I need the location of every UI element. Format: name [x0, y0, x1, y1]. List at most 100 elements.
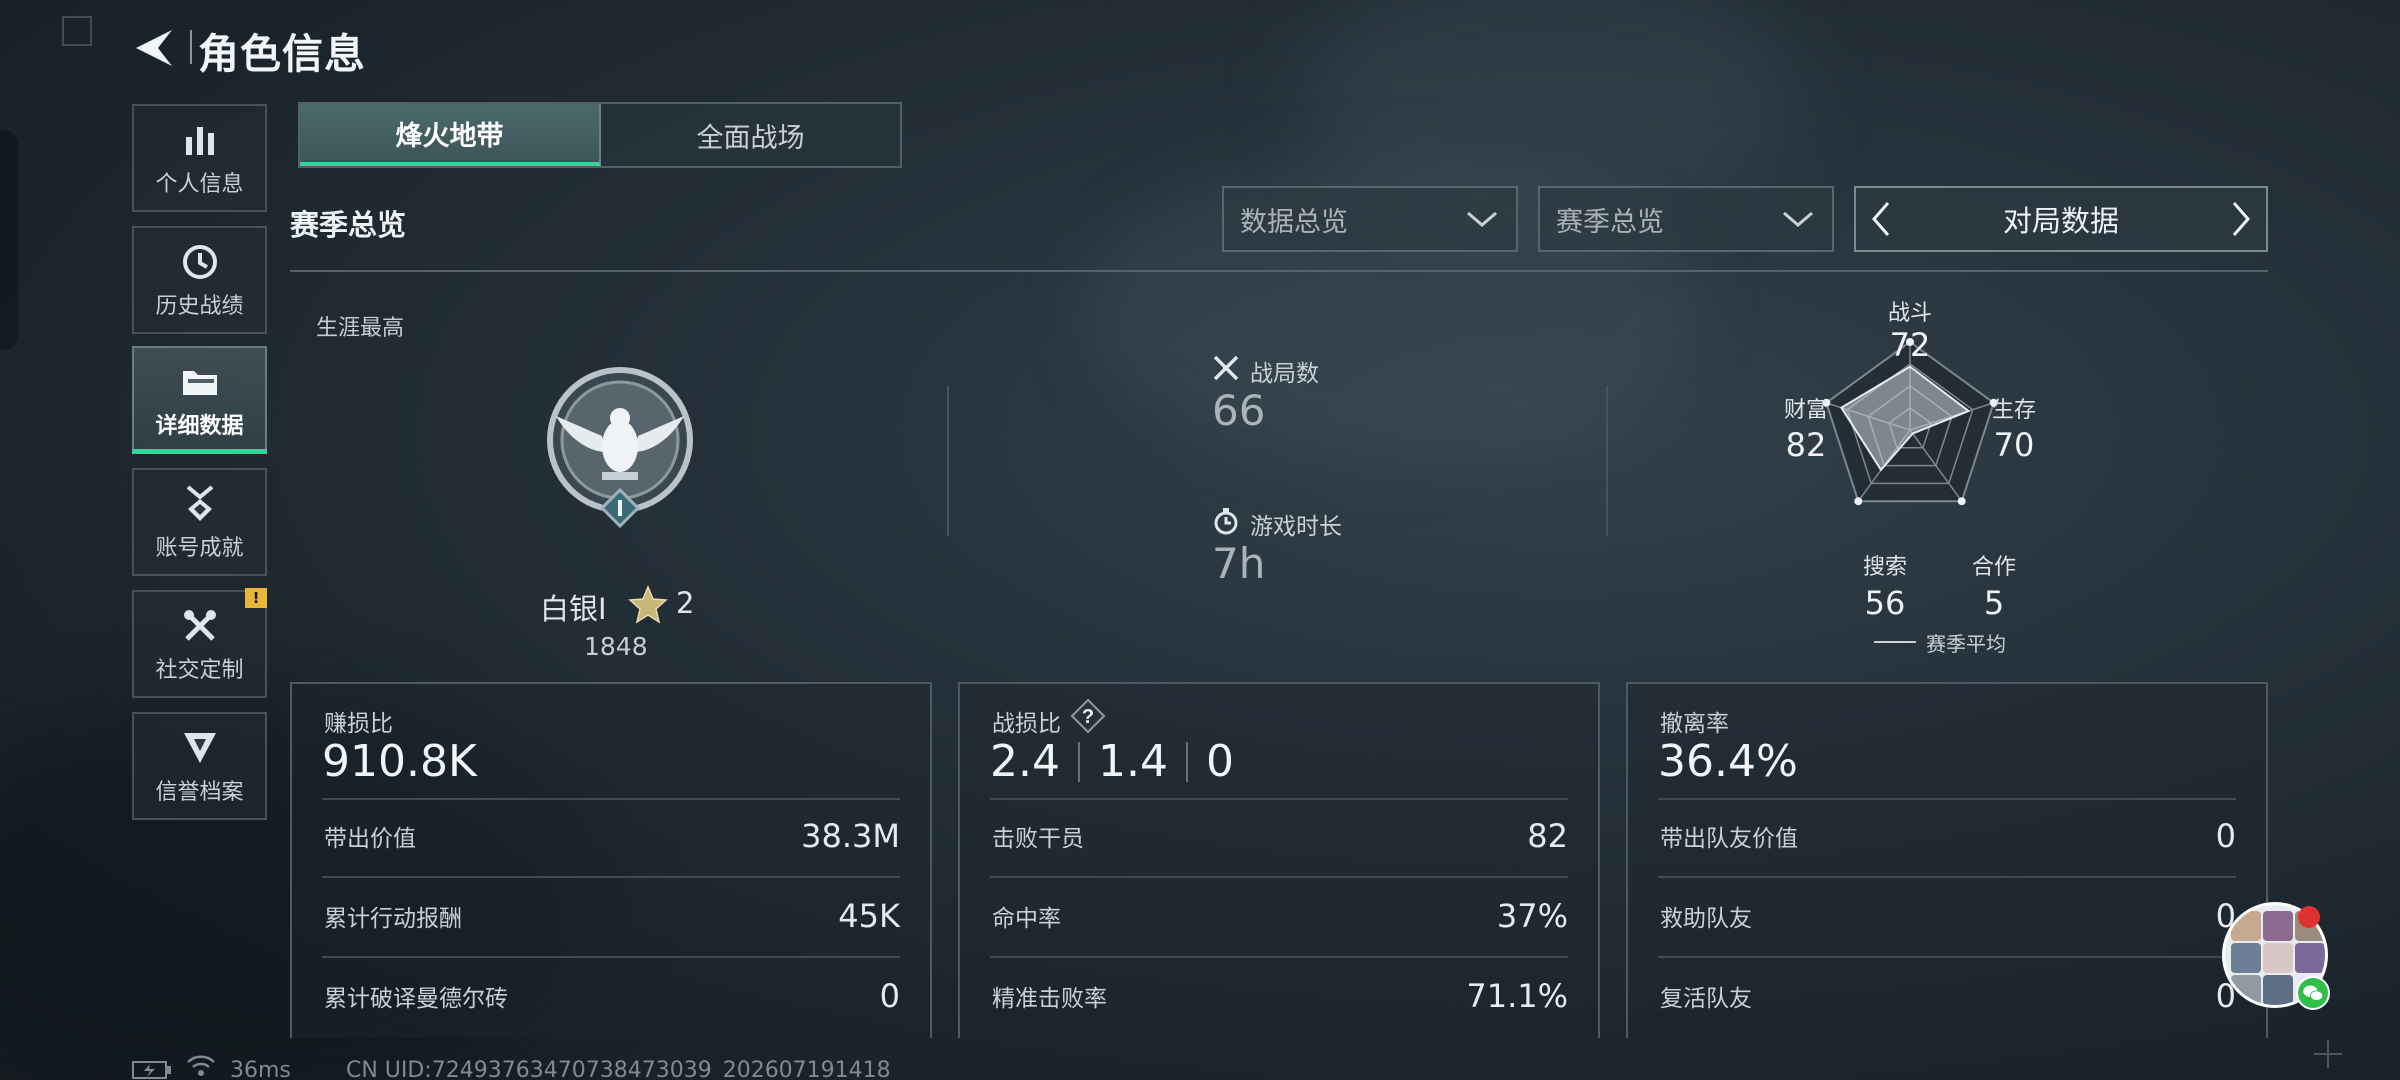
row-divider	[990, 798, 1568, 800]
uid-text: CN UID:72493763470738473039_202607191418	[346, 1058, 891, 1080]
sidebar-item-label: 社交定制	[155, 658, 244, 683]
dropdown-value: 数据总览	[1240, 206, 1348, 238]
row-divider	[322, 798, 900, 800]
page-title: 角色信息	[198, 30, 366, 78]
stat-row: 救助队友 0	[1660, 896, 2236, 936]
extract-rate-label: 撤离率	[1660, 711, 1729, 737]
row-label: 累计破译曼德尔砖	[324, 986, 508, 1012]
row-value: 0	[879, 977, 900, 1015]
row-label: 命中率	[992, 906, 1061, 932]
season-overview-dropdown[interactable]: 赛季总览	[1538, 186, 1834, 252]
sidebar-item-achievements[interactable]: 账号成就	[132, 468, 267, 576]
sidebar-item-label: 个人信息	[155, 172, 244, 197]
sidebar-item-credit-record[interactable]: 信誉档案	[132, 712, 267, 820]
profit-ratio-value: 910.8K	[322, 736, 477, 787]
kd-values: 2.4 1.4 0	[990, 736, 1234, 787]
row-label: 复活队友	[1660, 986, 1752, 1012]
kd-separator	[1185, 741, 1188, 782]
chevron-left-icon[interactable]	[1866, 199, 1896, 239]
corner-frame-icon	[62, 16, 92, 46]
row-value: 37%	[1496, 897, 1568, 935]
sidebar-item-label: 历史战绩	[155, 294, 244, 319]
sidebar-item-personal-info[interactable]: 个人信息	[132, 104, 267, 212]
rank-score: 1848	[584, 632, 648, 661]
tools-icon	[181, 604, 219, 648]
notification-badge: !	[245, 588, 267, 608]
stat-row: 命中率 37%	[992, 896, 1568, 936]
data-overview-dropdown[interactable]: 数据总览	[1222, 186, 1518, 252]
sidebar-item-history[interactable]: 历史战绩	[132, 226, 267, 334]
dropdown-value: 赛季总览	[1556, 206, 1664, 238]
career-highest-label: 生涯最高	[316, 316, 405, 341]
avatar	[2231, 911, 2261, 941]
row-value: 82	[1527, 817, 1568, 855]
wifi-icon	[187, 1055, 215, 1076]
help-icon-glyph: ?	[1082, 706, 1094, 728]
row-label: 救助队友	[1660, 906, 1752, 932]
row-value: 45K	[838, 897, 900, 935]
radar-axis-value: 70	[1994, 426, 2035, 464]
row-label: 精准击败率	[992, 986, 1107, 1012]
chevron-right-icon[interactable]	[2226, 199, 2256, 239]
edge-handle[interactable]	[0, 130, 18, 350]
combat-card: 战损比 ? 2.4 1.4 0 击败干员 82 命中率 37% 精准击败率 71.1%	[958, 682, 1600, 1038]
clock-icon	[181, 240, 219, 284]
section-title: 赛季总览	[290, 208, 407, 242]
radar-legend: 赛季平均	[1926, 632, 2006, 656]
match-data-switcher: 对局数据	[1854, 186, 2268, 252]
stat-row: 复活队友 0	[1660, 976, 2236, 1016]
radar-axis-value: 72	[1890, 326, 1931, 364]
matches-label: 战局数	[1250, 361, 1319, 387]
stat-row: 带出队友价值 0	[1660, 816, 2236, 856]
row-value: 71.1%	[1466, 977, 1568, 1015]
rank-name: 白银I	[540, 592, 607, 626]
sidebar-item-social-custom[interactable]: 社交定制 !	[132, 588, 267, 698]
medal-icon	[182, 482, 218, 526]
radar-axis-label: 战斗	[1888, 301, 1932, 326]
chevron-down-icon	[1467, 211, 1497, 227]
row-label: 累计行动报酬	[324, 906, 462, 932]
kd-value: 2.4	[990, 736, 1060, 787]
help-icon[interactable]: ?	[1070, 698, 1106, 734]
profit-card: 赚损比 910.8K 带出价值 38.3M 累计行动报酬 45K 累计破译曼德尔砖 0	[290, 682, 932, 1038]
radar-axis-label: 财富	[1784, 398, 1828, 423]
title-separator	[190, 30, 192, 64]
kd-separator	[1077, 741, 1080, 782]
bar-chart-icon	[182, 118, 218, 162]
plus-icon[interactable]	[2310, 1036, 2346, 1072]
stat-row: 累计行动报酬 45K	[324, 896, 900, 936]
mode-tabs: 烽火地带 全面战场	[298, 102, 902, 168]
playtime-value: 7h	[1212, 539, 1266, 588]
playtime-label: 游戏时长	[1250, 514, 1342, 540]
sidebar-item-label: 信誉档案	[155, 780, 244, 805]
back-button[interactable]	[128, 24, 184, 72]
profit-ratio-label: 赚损比	[324, 711, 393, 737]
avatar	[2231, 975, 2261, 1005]
avatar	[2295, 943, 2325, 973]
tab-fire-zone[interactable]: 烽火地带	[300, 104, 601, 166]
sidebar-item-detailed-data[interactable]: 详细数据	[132, 346, 267, 454]
tab-full-battlefield[interactable]: 全面战场	[601, 104, 900, 166]
legend-line	[1874, 641, 1916, 643]
shield-icon	[182, 726, 218, 770]
rank-stars-count: 2	[676, 586, 695, 620]
row-divider	[990, 876, 1568, 878]
stopwatch-icon	[1214, 508, 1238, 535]
row-divider	[1658, 798, 2236, 800]
row-label: 带出价值	[324, 826, 416, 852]
kd-ratio-label: 战损比	[992, 711, 1061, 737]
rank-emblem-icon	[547, 367, 693, 529]
row-divider	[990, 956, 1568, 958]
vertical-divider	[947, 386, 949, 536]
crossed-swords-icon	[1213, 355, 1239, 381]
row-divider	[322, 876, 900, 878]
stat-row: 带出价值 38.3M	[324, 816, 900, 856]
extract-card: 撤离率 36.4% 带出队友价值 0 救助队友 0 复活队友 0	[1626, 682, 2268, 1038]
radar-axis-value: 82	[1786, 426, 1827, 464]
kd-value: 1.4	[1097, 736, 1168, 787]
sidebar-item-label: 详细数据	[155, 414, 244, 439]
unread-dot	[2298, 906, 2320, 928]
row-label: 带出队友价值	[1660, 826, 1798, 852]
avatar	[2263, 911, 2293, 941]
sidebar-item-label: 账号成就	[155, 536, 244, 561]
